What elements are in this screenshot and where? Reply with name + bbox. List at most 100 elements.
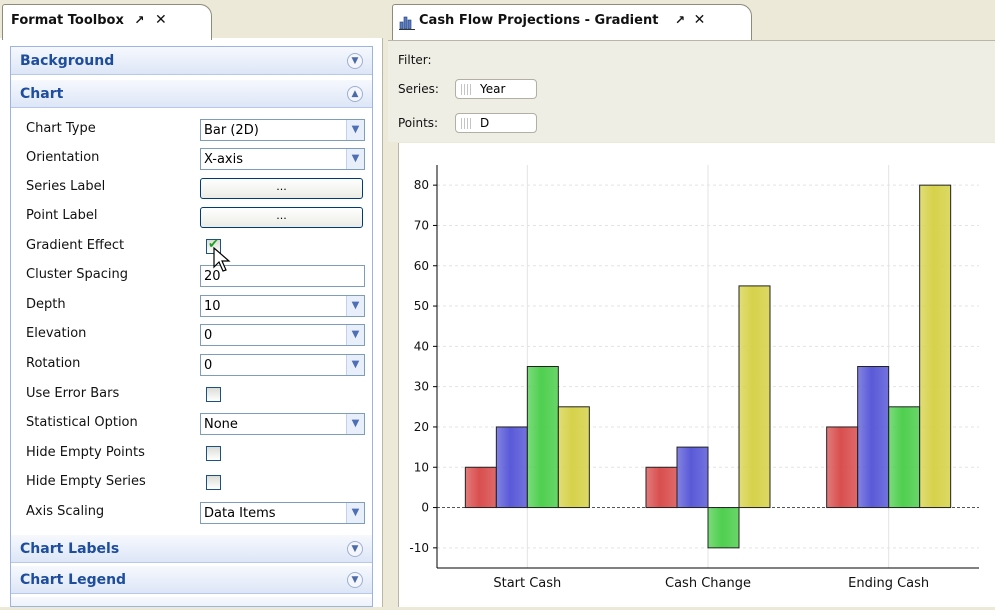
section-chart-labels-label: Chart Labels [20,541,120,557]
chevron-down-icon[interactable]: ▼ [346,149,364,169]
prop-hide-empty-points: Hide Empty Points [11,439,372,468]
chart-tab[interactable]: Cash Flow Projections - Gradient ↗ ✕ [392,4,752,40]
toolbox-tab-title: Format Toolbox [11,13,124,28]
prop-depth: Depth 10 ▼ [11,291,372,320]
select-value: 10 [204,299,221,314]
use-error-bars-checkbox[interactable] [206,387,221,402]
chevron-down-icon[interactable]: ▼ [346,355,364,375]
prop-hide-empty-series: Hide Empty Series [11,468,372,497]
prop-label: Rotation [26,356,81,371]
bar[interactable] [557,406,590,509]
prop-axis-scaling: Axis Scaling Data Items ▼ [11,498,372,527]
statistical-option-select[interactable]: None ▼ [200,413,365,435]
series-chip[interactable]: Year [455,79,537,99]
chevron-down-icon[interactable]: ▼ [346,325,364,345]
filter-label: Filter: [398,53,432,67]
prop-label: Use Error Bars [26,386,120,401]
series-label-button[interactable]: ... [200,178,363,199]
pin-icon[interactable]: ↗ [134,13,144,27]
bar[interactable] [857,366,890,509]
point-label-button[interactable]: ... [200,207,363,228]
chart-type-select[interactable]: Bar (2D) ▼ [200,119,365,141]
y-tick-label: 50 [414,299,429,313]
format-toolbox-panel: Format Toolbox ↗ ✕ Background ▼ Chart ▲ … [0,0,383,607]
section-next[interactable] [11,597,372,606]
prop-cluster-spacing: Cluster Spacing 20 [11,261,372,290]
x-tick-label: Ending Cash [848,576,929,591]
y-tick-label: 10 [414,460,429,474]
toolbox-tab[interactable]: Format Toolbox ↗ ✕ [2,4,212,40]
chevron-up-icon[interactable]: ▲ [347,86,363,102]
depth-select[interactable]: 10 ▼ [200,295,365,317]
section-chart-legend[interactable]: Chart Legend ▼ [11,566,372,594]
bar[interactable] [676,446,709,509]
prop-gradient-effect: Gradient Effect ✔ [11,232,372,261]
filter-area: Filter: Series: Year Points: D [388,40,995,142]
section-chart[interactable]: Chart ▲ [11,80,372,108]
prop-orientation: Orientation X-axis ▼ [11,144,372,173]
chart-area: -10 0 10 20 30 40 50 60 70 80 Start Cash Cash Chang… [398,143,995,607]
bar[interactable] [526,366,559,509]
y-tick-label: 20 [414,420,429,434]
section-chart-labels[interactable]: Chart Labels ▼ [11,535,372,563]
section-background-label: Background [20,53,115,69]
prop-label: Hide Empty Series [26,474,146,489]
section-chart-legend-label: Chart Legend [20,572,127,588]
points-chip[interactable]: D [455,113,537,133]
prop-label: Chart Type [26,121,96,136]
bar[interactable] [464,466,497,509]
chevron-down-icon[interactable]: ▼ [347,541,363,557]
grip-icon[interactable] [461,118,472,129]
bar[interactable] [888,406,921,509]
close-icon[interactable]: ✕ [155,12,167,28]
bar[interactable] [707,507,740,549]
axis-scaling-select[interactable]: Data Items ▼ [200,502,365,524]
bar[interactable] [495,426,528,509]
chevron-down-icon[interactable]: ▼ [346,414,364,434]
section-background[interactable]: Background ▼ [11,47,372,75]
prop-label: Gradient Effect [26,238,125,253]
prop-label: Axis Scaling [26,504,105,519]
prop-series-label: Series Label ... [11,173,372,202]
bar-chart-icon [399,16,415,30]
x-tick-label: Start Cash [493,576,561,591]
x-tick-label: Cash Change [665,576,751,591]
prop-statistical-option: Statistical Option None ▼ [11,409,372,438]
chevron-down-icon[interactable]: ▼ [347,572,363,588]
toolbox-tab-strip: Format Toolbox ↗ ✕ [0,0,383,40]
y-tick-label: -10 [409,541,429,555]
hide-empty-points-checkbox[interactable] [206,446,221,461]
y-tick-label: 60 [414,259,429,273]
chevron-down-icon[interactable]: ▼ [346,503,364,523]
prop-elevation: Elevation 0 ▼ [11,320,372,349]
chevron-down-icon[interactable]: ▼ [346,296,364,316]
toolbox-body: Background ▼ Chart ▲ Chart Type Bar (2D)… [10,46,373,607]
prop-rotation: Rotation 0 ▼ [11,350,372,379]
orientation-select[interactable]: X-axis ▼ [200,148,365,170]
hide-empty-series-checkbox[interactable] [206,475,221,490]
close-icon[interactable]: ✕ [694,12,706,28]
series-chip-value: Year [480,82,506,96]
bar[interactable] [738,285,771,509]
prop-label: Hide Empty Points [26,445,145,460]
select-value: 0 [204,328,213,343]
points-label: Points: [398,116,439,130]
bar-chart: -10 0 10 20 30 40 50 60 70 80 Start Cash Cash Chang… [409,165,979,591]
section-chart-label: Chart [20,86,64,102]
bar[interactable] [919,184,952,509]
bar[interactable] [826,426,859,509]
chevron-down-icon[interactable]: ▼ [346,120,364,140]
y-tick-label: 40 [414,339,429,353]
points-chip-value: D [480,116,490,130]
grip-icon[interactable] [461,84,472,95]
prop-point-label: Point Label ... [11,202,372,231]
select-value: Bar (2D) [204,123,259,138]
pin-icon[interactable]: ↗ [675,13,685,27]
rotation-select[interactable]: 0 ▼ [200,354,365,376]
y-tick-label: 80 [414,178,429,192]
chevron-down-icon[interactable]: ▼ [347,53,363,69]
elevation-select[interactable]: 0 ▼ [200,324,365,346]
y-tick-label: 0 [421,501,429,515]
prop-label: Orientation [26,150,100,165]
bar[interactable] [645,466,678,509]
